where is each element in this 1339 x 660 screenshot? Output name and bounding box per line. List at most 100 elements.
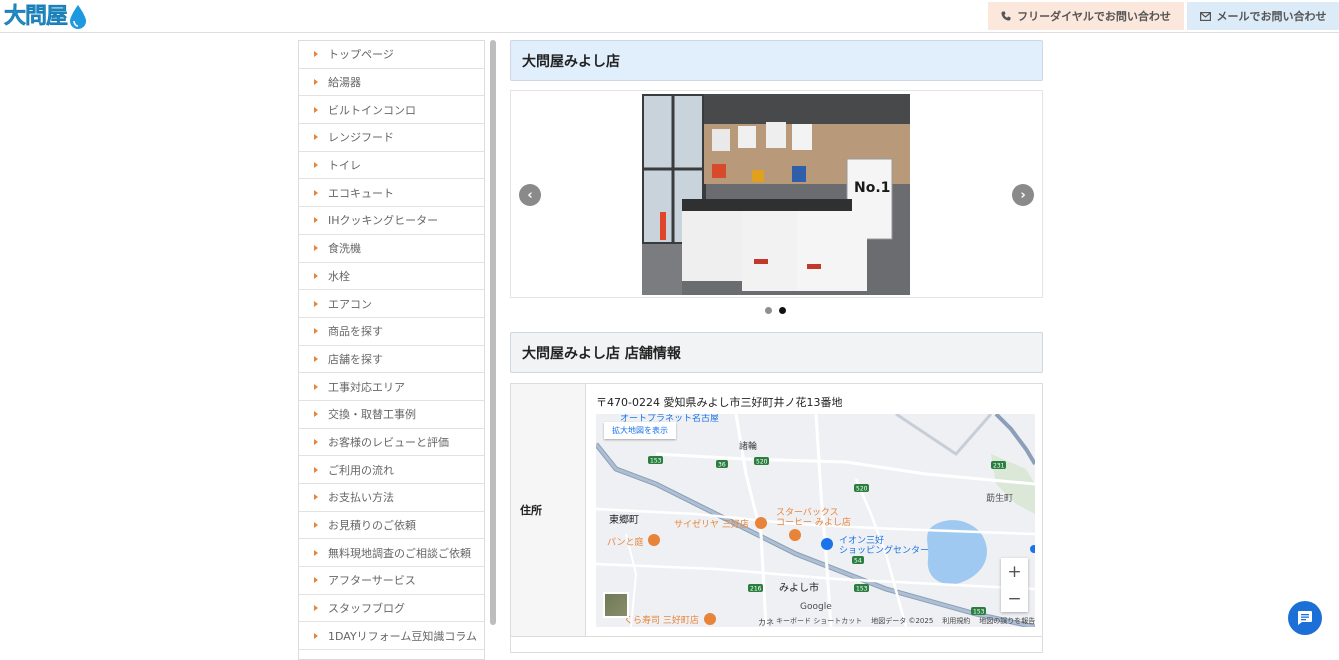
store-info-table: 住所 〒470-0224 愛知県みよし市三好町井ノ花13番地 153 36 52…: [510, 383, 1043, 653]
store-info-title: 大問屋みよし店 店舗情報: [510, 332, 1043, 373]
store-title: 大問屋みよし店: [510, 40, 1043, 81]
sidebar-item-label: お見積りのご依頼: [328, 519, 416, 533]
map-zoom-control: + −: [1001, 558, 1028, 612]
zoom-in-button[interactable]: +: [1001, 558, 1028, 585]
sidebar-item[interactable]: お見積りのご依頼: [299, 512, 484, 540]
chevron-right-icon: ›: [1020, 187, 1026, 203]
map-label-miyoshi: みよし市: [779, 583, 819, 594]
map-label-haginocho: 莇生町: [986, 494, 1014, 504]
carousel-prev-button[interactable]: ‹: [519, 184, 541, 206]
caret-right-icon: [314, 383, 318, 390]
sidebar-item[interactable]: スタッフブログ: [299, 595, 484, 623]
sidebar-item-label: 給湯器: [328, 76, 361, 90]
map-satellite-toggle[interactable]: [603, 592, 629, 618]
sidebar-item-label: ご利用の流れ: [328, 463, 394, 477]
sidebar-item-label: エアコン: [328, 297, 372, 311]
caret-right-icon: [314, 355, 318, 362]
map-label-suwa: 諸輪: [739, 442, 758, 452]
caret-right-icon: [314, 300, 318, 307]
table-row-divider: [511, 636, 1042, 637]
sidebar-nav: トップページ給湯器ビルトインコンロ レンジフードトイレエコキュート IHクッキングヒ…: [298, 40, 485, 660]
caret-right-icon: [314, 106, 318, 113]
mail-contact-button[interactable]: メールでお問い合わせ: [1187, 2, 1339, 30]
svg-text:No.1: No.1: [854, 180, 890, 196]
svg-text:153: 153: [856, 586, 868, 593]
carousel-pagination: [765, 307, 786, 314]
sidebar-item[interactable]: 給湯器: [299, 69, 484, 97]
sidebar-item[interactable]: お客様のレビューと評価: [299, 429, 484, 457]
svg-text:153: 153: [650, 458, 662, 465]
map-label-pan: パンと庭: [607, 538, 644, 548]
caret-right-icon: [314, 577, 318, 584]
caret-right-icon: [314, 51, 318, 58]
site-header: 大問屋 フリーダイヤルでお問い合わせ メールでお問い合わせ: [0, 0, 1339, 33]
sidebar-item[interactable]: アフターサービス: [299, 567, 484, 595]
map-label-starbucks-2: コーヒー みよし店: [776, 518, 851, 528]
map-label-higashigo: 東郷町: [609, 515, 639, 526]
svg-text:520: 520: [856, 486, 868, 493]
map-label-saizeriya: サイゼリヤ 三好店: [674, 520, 749, 530]
sidebar-item-label: IHクッキングヒーター: [328, 214, 439, 228]
carousel-dot-2[interactable]: [779, 307, 786, 314]
caret-right-icon: [314, 494, 318, 501]
sidebar-item[interactable]: トイレ: [299, 152, 484, 180]
sidebar-item[interactable]: 商品を探す: [299, 318, 484, 346]
sidebar-item[interactable]: レンジフード: [299, 124, 484, 152]
mail-contact-label: メールでお問い合わせ: [1216, 10, 1327, 23]
sidebar-item-label: スタッフブログ: [328, 602, 405, 616]
map-label-kura: くら寿司 三好町店: [624, 616, 699, 626]
enlarge-map-link[interactable]: 拡大地図を表示: [604, 422, 676, 439]
map-footer-report[interactable]: 地図の誤りを報告する: [979, 616, 1035, 626]
sidebar-item[interactable]: 交換・取替工事例: [299, 401, 484, 429]
caret-right-icon: [314, 549, 318, 556]
chevron-left-icon: ‹: [527, 187, 533, 203]
site-logo[interactable]: 大問屋: [4, 2, 87, 32]
caret-right-icon: [314, 245, 318, 252]
map-footer-data: 地図データ ©2025: [871, 617, 934, 625]
sidebar-item-label: お支払い方法: [328, 491, 394, 505]
map-footer-shortcuts[interactable]: キーボード ショートカット: [776, 616, 862, 626]
chat-button[interactable]: [1288, 601, 1322, 635]
caret-right-icon: [314, 328, 318, 335]
sidebar-item[interactable]: 店舗を探す: [299, 346, 484, 374]
sidebar-item[interactable]: 食洗機: [299, 235, 484, 263]
store-photo-carousel: No.1 ‹ ›: [510, 90, 1043, 298]
svg-text:231: 231: [993, 463, 1005, 470]
zoom-out-button[interactable]: −: [1001, 585, 1028, 612]
sidebar-item[interactable]: エアコン: [299, 290, 484, 318]
sidebar-item[interactable]: 工事対応エリア: [299, 373, 484, 401]
map-footer: キーボード ショートカット 地図データ ©2025 利用規約 地図の誤りを報告す…: [776, 616, 1035, 626]
sidebar-item-label: 無料現地調査のご相談ご依頼: [328, 546, 471, 560]
sidebar-item-label: トイレ: [328, 159, 361, 173]
phone-contact-button[interactable]: フリーダイヤルでお問い合わせ: [988, 2, 1184, 30]
sidebar-item[interactable]: IHクッキングヒーター: [299, 207, 484, 235]
sidebar-item[interactable]: エコキュート: [299, 179, 484, 208]
sidebar-item[interactable]: ビルトインコンロ: [299, 96, 484, 125]
sidebar-item-label: 水栓: [328, 269, 350, 283]
sidebar-item[interactable]: ご利用の流れ: [299, 456, 484, 484]
caret-right-icon: [314, 632, 318, 639]
sidebar-item[interactable]: 水栓: [299, 263, 484, 291]
caret-right-icon: [314, 162, 318, 169]
caret-right-icon: [314, 217, 318, 224]
caret-right-icon: [314, 522, 318, 529]
caret-right-icon: [314, 134, 318, 141]
svg-text:153: 153: [973, 609, 985, 616]
address-header: 住所: [511, 384, 586, 636]
store-showroom-photo: No.1: [642, 94, 910, 295]
carousel-dot-1[interactable]: [765, 307, 772, 314]
chat-icon: [1298, 611, 1312, 625]
caret-right-icon: [314, 411, 318, 418]
carousel-next-button[interactable]: ›: [1012, 184, 1034, 206]
map-footer-terms[interactable]: 利用規約: [942, 616, 970, 626]
sidebar-scrollbar[interactable]: [490, 40, 496, 625]
sidebar-item-label: 商品を探す: [328, 325, 383, 339]
caret-right-icon: [314, 605, 318, 612]
sidebar-item-label: アフターサービス: [328, 574, 416, 588]
sidebar-item[interactable]: トップページ: [299, 41, 484, 69]
sidebar-item[interactable]: 1DAYリフォーム豆知識コラム: [299, 622, 484, 651]
google-map[interactable]: 153 36 520 520 54 153 231 216 153 オートプラネ…: [596, 414, 1035, 627]
sidebar-item[interactable]: お支払い方法: [299, 484, 484, 512]
caret-right-icon: [314, 438, 318, 445]
sidebar-item[interactable]: 無料現地調査のご相談ご依頼: [299, 539, 484, 568]
